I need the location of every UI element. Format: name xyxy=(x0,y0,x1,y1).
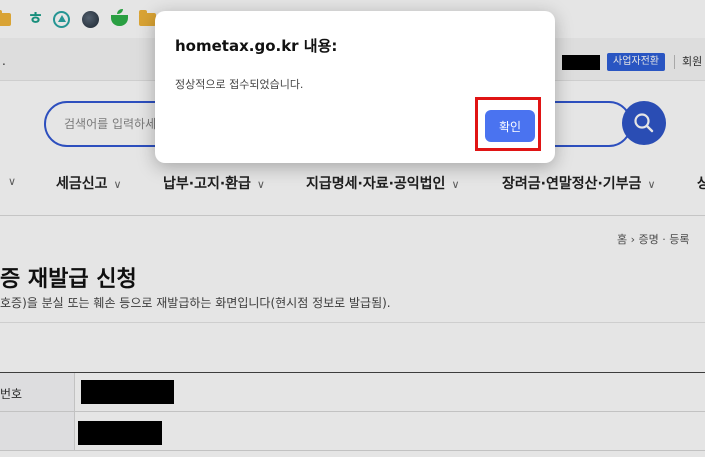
dialog-title: hometax.go.kr 내용: xyxy=(175,37,338,55)
ok-button-highlight xyxy=(475,97,541,151)
dialog-message: 정상적으로 접수되었습니다. xyxy=(175,78,304,91)
